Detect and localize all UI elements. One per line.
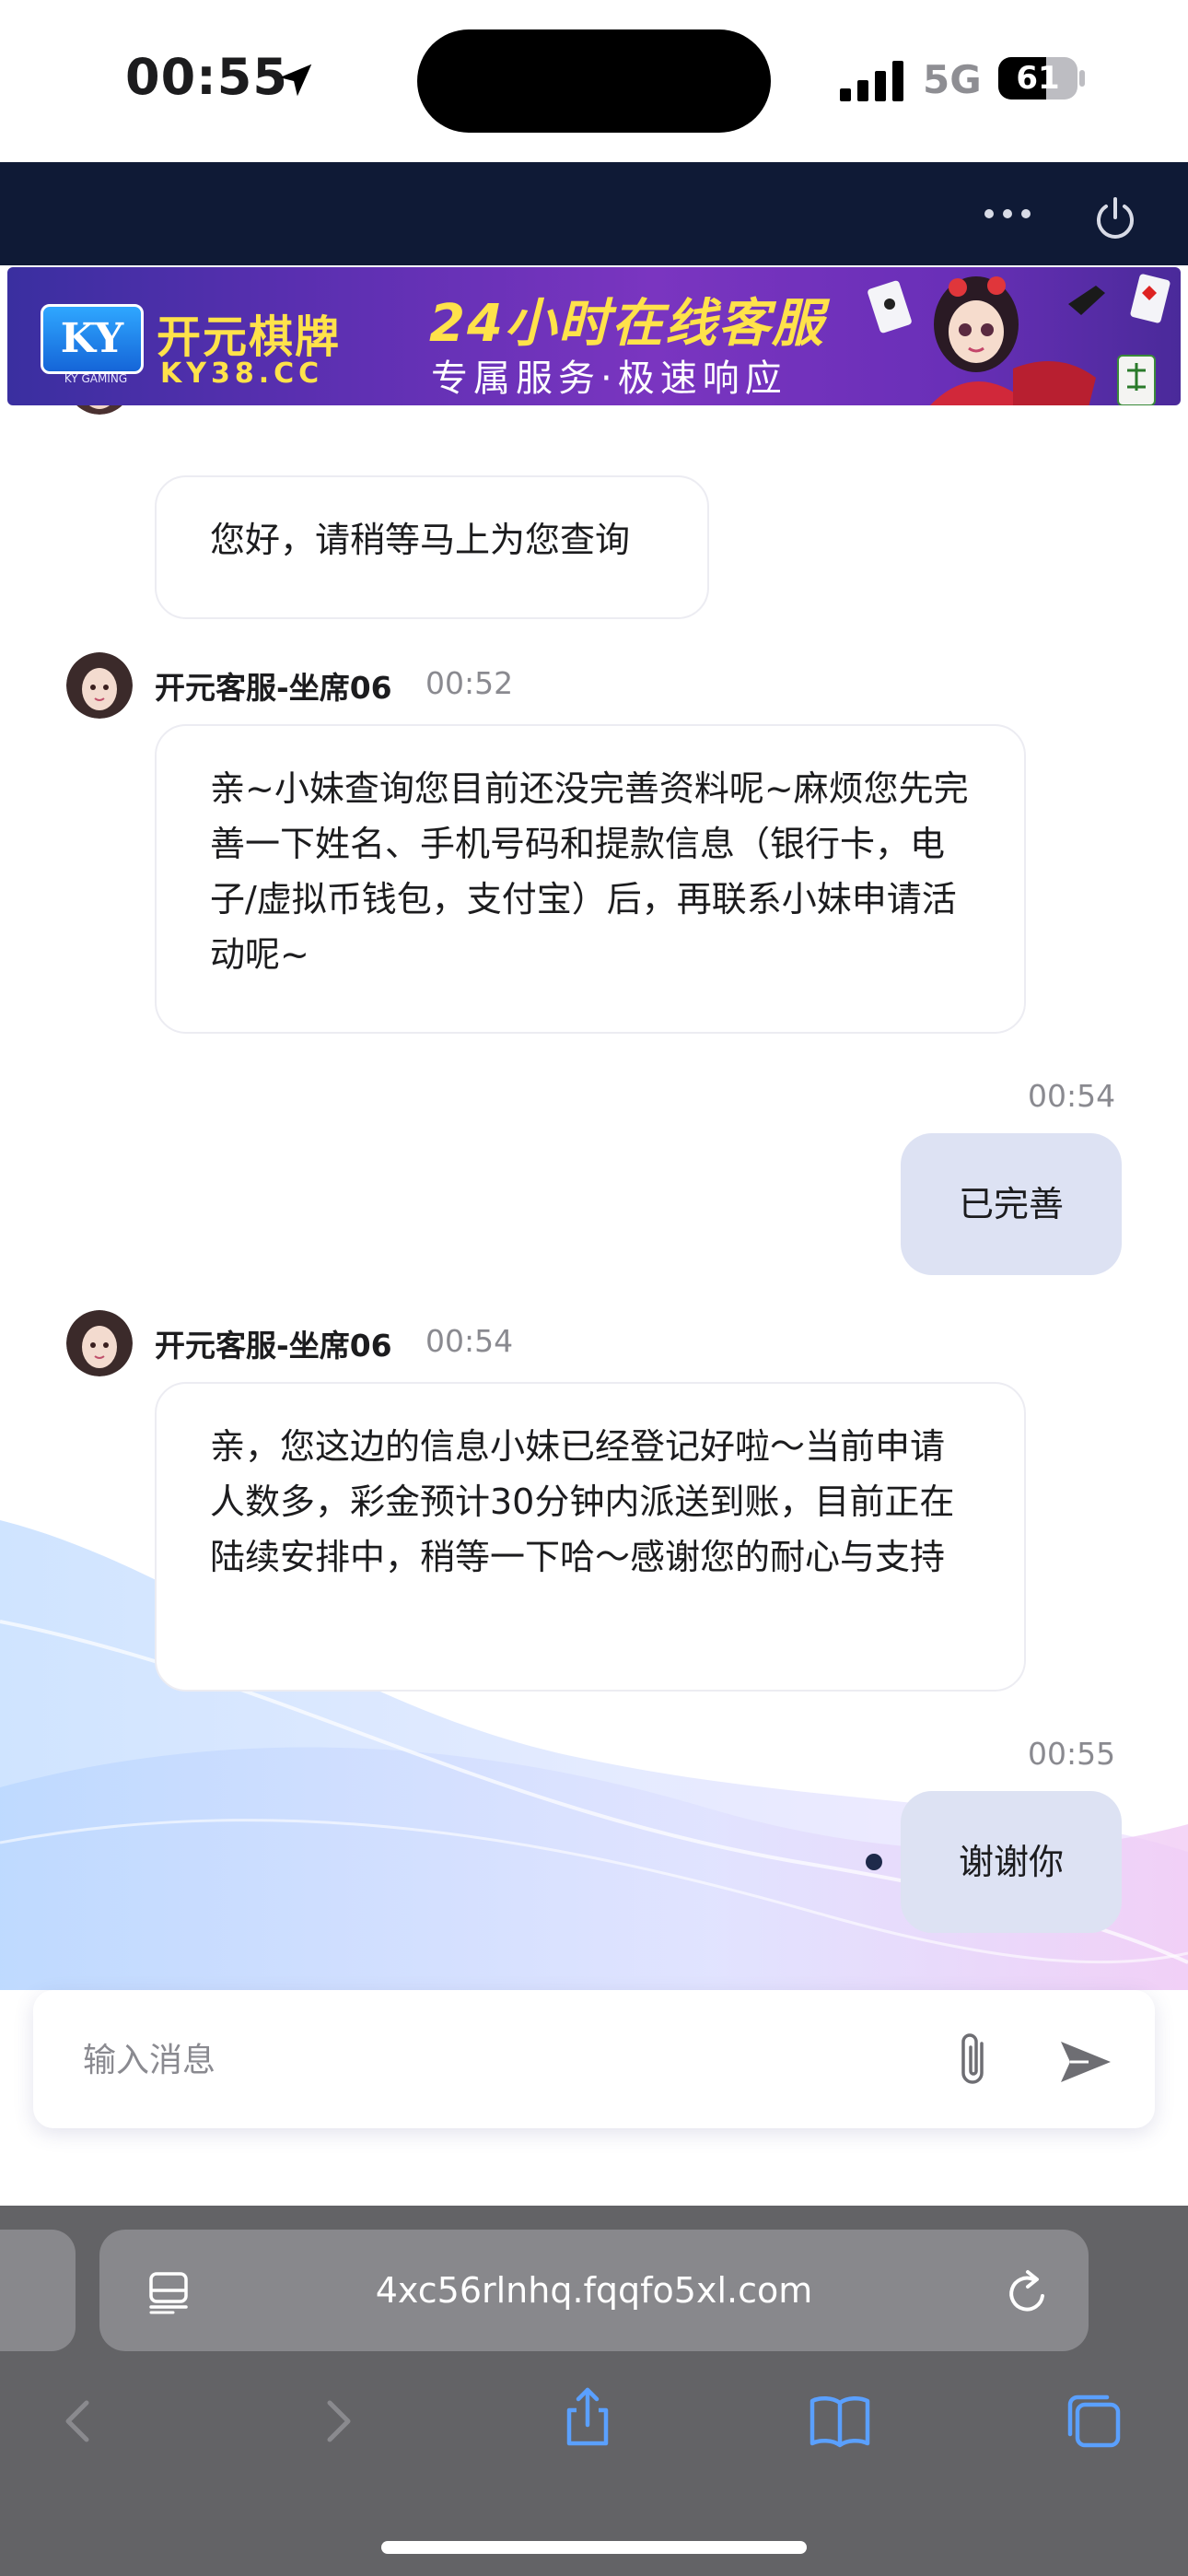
agent-name: 开元客服-坐席06 — [155, 1328, 392, 1364]
agent-name: 开元客服-坐席06 — [155, 670, 392, 706]
banner-title: 24小时在线客服 — [429, 294, 825, 354]
status-time: 00:55 — [125, 48, 288, 106]
message-timestamp: 00:54 — [425, 1323, 514, 1359]
message-text: 您好，请稍等马上为您查询 — [210, 520, 631, 560]
agent-avatar — [66, 652, 133, 719]
message-timestamp: 00:54 — [1028, 1078, 1116, 1114]
brand-name: 开元棋牌 — [157, 311, 342, 363]
location-arrow-icon — [279, 64, 312, 97]
dynamic-island — [417, 29, 771, 133]
message-timestamp: 00:55 — [1028, 1736, 1116, 1772]
previous-tab-peek[interactable] — [0, 2230, 76, 2351]
back-icon[interactable] — [46, 2388, 112, 2454]
battery-percent: 61 — [1016, 60, 1060, 97]
sending-status-dot — [866, 1854, 882, 1870]
url-text[interactable]: 4xc56rlnhq.fqqfo5xl.com — [276, 2270, 912, 2311]
ky-logo-text: KY — [60, 315, 124, 362]
message-text: 已完善 — [958, 1184, 1064, 1224]
bookmarks-icon[interactable] — [807, 2388, 873, 2454]
network-type: 5G — [923, 57, 982, 102]
reload-icon[interactable] — [1002, 2266, 1054, 2318]
more-dots-icon[interactable] — [982, 203, 1033, 225]
message-timestamp: 00:52 — [425, 665, 514, 701]
message-bubble: 亲，您这边的信息小妹已经登记好啦～当前申请人数多，彩金预计30分钟内派送到账，目… — [155, 1382, 1026, 1692]
ky-logo: KY — [41, 304, 144, 374]
power-icon[interactable] — [1092, 195, 1138, 241]
ky-gaming-label: KY GAMING — [64, 372, 128, 385]
banner-subtitle: 专属服务·极速响应 — [431, 357, 787, 400]
message-text: 谢谢你 — [958, 1842, 1064, 1882]
reader-icon[interactable] — [146, 2268, 192, 2314]
message-bubble-outgoing: 已完善 — [901, 1133, 1122, 1275]
battery-cap — [1079, 70, 1085, 87]
share-icon[interactable] — [554, 2384, 621, 2451]
tabs-icon[interactable] — [1059, 2388, 1125, 2454]
message-bubble-outgoing: 谢谢你 — [901, 1791, 1122, 1933]
cellular-signal-icon — [840, 61, 903, 101]
message-text: 亲~小妹查询您目前还没完善资料呢~麻烦您先完善一下姓名、手机号码和提款信息（银行… — [210, 768, 969, 975]
brand-url: KY38.CC — [160, 357, 324, 390]
agent-avatar — [66, 1310, 133, 1376]
forward-icon[interactable] — [304, 2388, 370, 2454]
message-input[interactable] — [81, 2029, 895, 2091]
message-bubble: 您好，请稍等马上为您查询 — [155, 475, 709, 619]
battery-icon: 61 — [998, 57, 1077, 100]
send-icon[interactable] — [1057, 2036, 1114, 2088]
message-text: 亲，您这边的信息小妹已经登记好啦～当前申请人数多，彩金预计30分钟内派送到账，目… — [210, 1426, 955, 1577]
banner-character-illustration — [868, 274, 1171, 405]
chat-area[interactable]: 您好，请稍等马上为您查询 开元客服-坐席06 00:52 亲~小妹查询您目前还没… — [0, 405, 1188, 1990]
paperclip-icon[interactable] — [949, 2031, 1000, 2090]
home-indicator[interactable] — [381, 2541, 807, 2554]
message-bubble: 亲~小妹查询您目前还没完善资料呢~麻烦您先完善一下姓名、手机号码和提款信息（银行… — [155, 724, 1026, 1034]
